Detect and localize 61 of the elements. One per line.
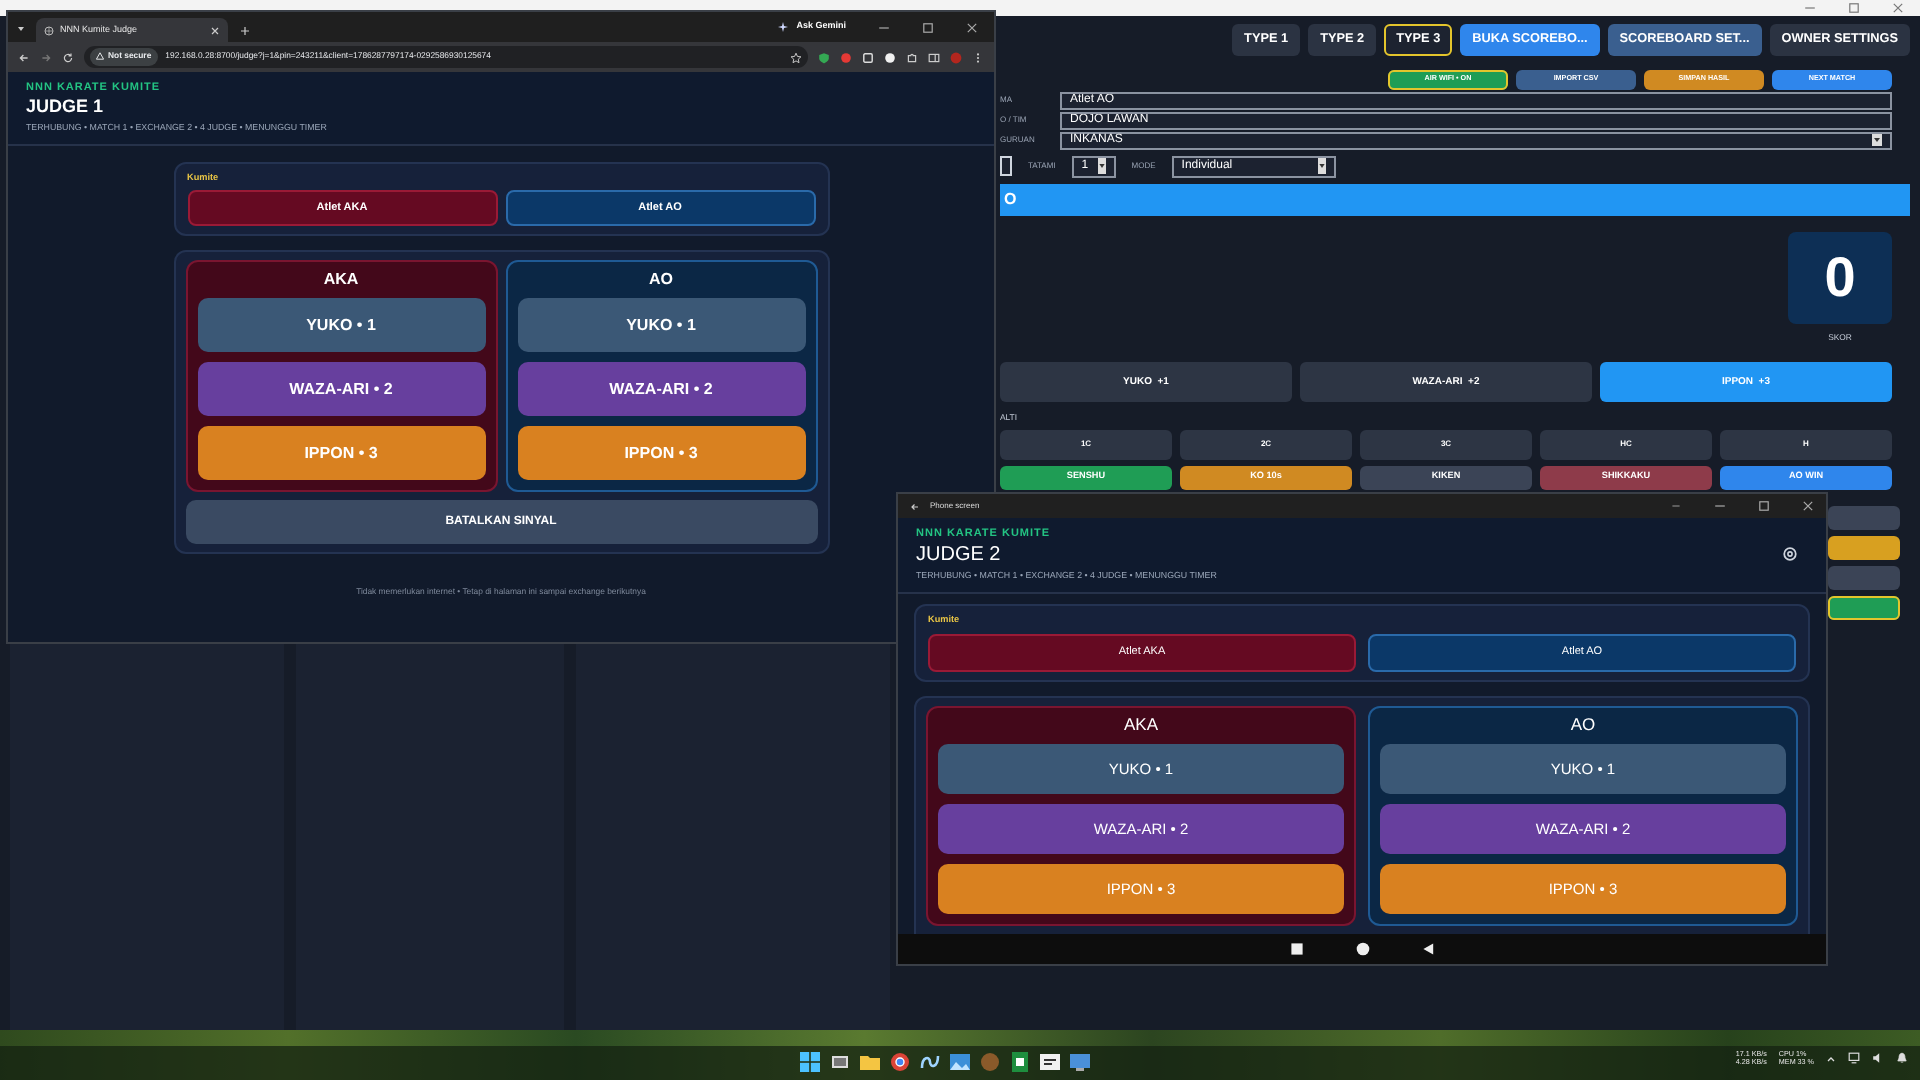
- dash-icon[interactable]: [1670, 500, 1682, 512]
- monitor-icon[interactable]: [1848, 1052, 1860, 1065]
- score-button[interactable]: WAZA-ARI • 2: [197, 362, 485, 417]
- close-icon[interactable]: [1892, 2, 1904, 14]
- circle-icon[interactable]: [890, 1052, 910, 1072]
- checkbox[interactable]: [1000, 156, 1012, 176]
- record-icon[interactable]: [840, 51, 852, 63]
- corner-label: AO: [647, 268, 675, 293]
- corner-label: AKA: [1121, 711, 1160, 738]
- chevron-icon[interactable]: [1826, 1053, 1836, 1064]
- score-value: 0: [1788, 232, 1892, 324]
- warning-icon: [96, 52, 104, 61]
- globe-icon: [44, 25, 54, 35]
- bell-icon[interactable]: [1896, 1052, 1908, 1065]
- circle-icon[interactable]: [884, 51, 896, 63]
- caret-icon: [1317, 158, 1326, 174]
- speaker-icon[interactable]: [1872, 1052, 1884, 1065]
- side-button[interactable]: [1828, 535, 1900, 560]
- circle-icon[interactable]: [1355, 942, 1369, 956]
- sparkle-icon: [778, 22, 789, 32]
- triangle-icon[interactable]: [1421, 942, 1435, 956]
- star-icon[interactable]: [790, 51, 802, 63]
- score-button[interactable]: YUKO • 1: [197, 298, 485, 353]
- judge-title: JUDGE 1: [26, 96, 106, 120]
- windows-logo-icon[interactable]: [800, 1052, 820, 1072]
- window-icon[interactable]: [830, 1052, 850, 1072]
- square-icon[interactable]: [862, 51, 874, 63]
- reload-icon[interactable]: [62, 51, 74, 63]
- maximize-icon[interactable]: [1848, 2, 1860, 14]
- maximize-icon[interactable]: [922, 21, 934, 33]
- folder-icon[interactable]: [860, 1052, 880, 1072]
- sheet-icon[interactable]: [1010, 1052, 1030, 1072]
- corner-label: AKA: [321, 268, 361, 293]
- back-arrow-icon[interactable]: [910, 501, 920, 511]
- side-button[interactable]: [1828, 595, 1900, 620]
- back-arrow-icon[interactable]: [18, 51, 30, 63]
- sidebar-icon[interactable]: [928, 51, 940, 63]
- close-icon[interactable]: [210, 25, 220, 35]
- settings-icon[interactable]: [1782, 546, 1798, 563]
- shield-icon[interactable]: [818, 51, 830, 63]
- puzzle-icon[interactable]: [906, 51, 918, 63]
- square-icon[interactable]: [1289, 942, 1303, 956]
- maximize-icon[interactable]: [1758, 500, 1770, 512]
- forward-arrow-icon[interactable]: [40, 51, 52, 63]
- corner-label: AO: [1568, 711, 1598, 738]
- wave-icon[interactable]: [920, 1052, 940, 1072]
- score-button[interactable]: WAZA-ARI • 2: [517, 362, 805, 417]
- score-button[interactable]: YUKO • 1: [517, 298, 805, 353]
- minimize-icon[interactable]: [1714, 500, 1726, 512]
- minimize-icon[interactable]: [878, 21, 890, 33]
- note-icon[interactable]: [1040, 1052, 1060, 1072]
- close-icon[interactable]: [966, 21, 978, 33]
- monitor-icon[interactable]: [1070, 1052, 1090, 1072]
- picture-icon[interactable]: [950, 1052, 970, 1072]
- caret-icon: [1872, 134, 1882, 146]
- caret-icon[interactable]: [16, 24, 26, 34]
- judge-title: JUDGE 2: [916, 542, 1003, 569]
- caret-icon: [1097, 158, 1106, 174]
- close-icon[interactable]: [1802, 500, 1814, 512]
- plus-icon[interactable]: [240, 26, 250, 36]
- side-banner: O: [1000, 184, 1910, 216]
